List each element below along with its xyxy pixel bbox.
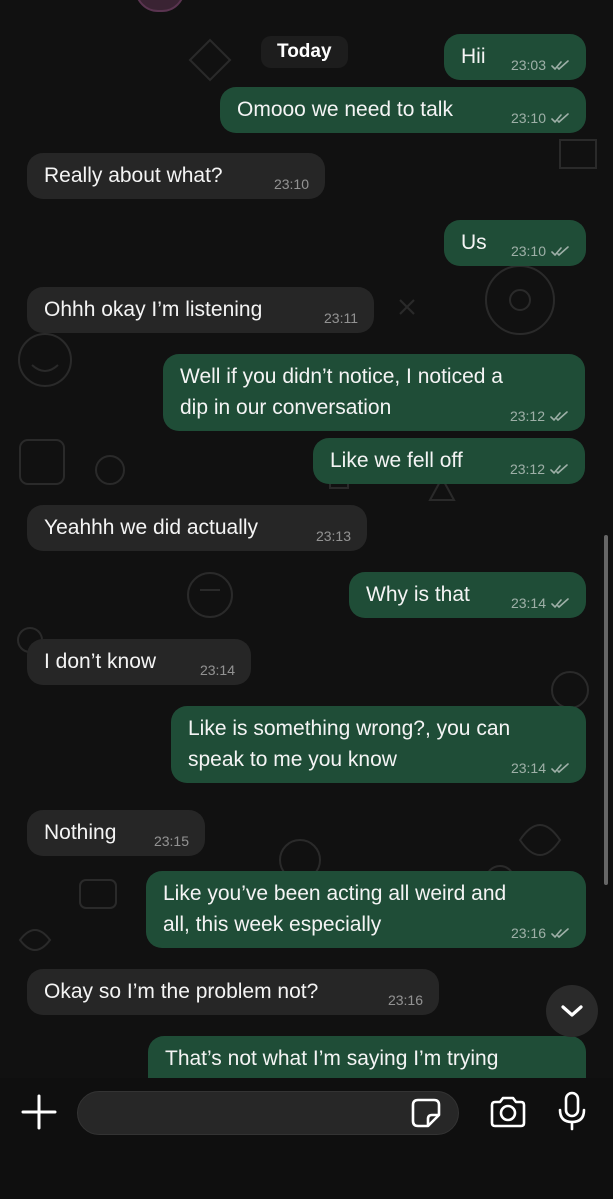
message-text: Well if you didn’t notice, I noticed a d… xyxy=(180,365,503,419)
read-ticks-icon xyxy=(551,762,569,773)
incoming-message[interactable]: Nothing 23:15 xyxy=(27,810,205,856)
message-meta: 23:14 xyxy=(511,760,570,776)
message-time: 23:03 xyxy=(510,57,546,73)
message-text: Okay so I’m the problem not? xyxy=(44,980,319,1003)
message-text: Why is that xyxy=(366,583,470,606)
message-meta: 23:16 xyxy=(388,992,423,1008)
incoming-message[interactable]: I don’t know 23:14 xyxy=(27,639,251,685)
incoming-message[interactable]: Really about what? 23:10 xyxy=(27,153,325,199)
chevron-down-icon xyxy=(561,1005,583,1017)
message-input[interactable] xyxy=(77,1091,459,1135)
message-text: Really about what? xyxy=(44,164,223,187)
scrollbar[interactable] xyxy=(604,535,608,885)
outgoing-message[interactable]: Us 23:10 xyxy=(444,220,586,266)
outgoing-message[interactable]: Hii 23:03 xyxy=(444,34,586,80)
message-text: Yeahhh we did actually xyxy=(44,516,259,539)
message-time: 23:14 xyxy=(199,662,235,678)
scroll-to-bottom-button[interactable] xyxy=(546,985,598,1037)
message-time: 23:15 xyxy=(153,833,189,849)
message-text: Like is something wrong?, you can speak … xyxy=(188,717,511,771)
plus-icon[interactable] xyxy=(20,1093,58,1131)
message-time: 23:12 xyxy=(509,408,545,424)
message-meta: 23:12 xyxy=(510,408,569,424)
message-text: I don’t know xyxy=(44,650,157,673)
read-ticks-icon xyxy=(551,112,569,123)
outgoing-message[interactable]: Like we fell off 23:12 xyxy=(313,438,585,484)
message-time: 23:14 xyxy=(510,760,546,776)
message-text: Ohhh okay I’m listening xyxy=(44,298,263,321)
outgoing-message[interactable]: Like is something wrong?, you can speak … xyxy=(171,706,586,783)
message-text: Omooo we need to talk xyxy=(237,98,453,121)
message-meta: 23:10 xyxy=(511,243,570,259)
read-ticks-icon xyxy=(550,463,568,474)
message-text: That’s not what I’m saying I’m trying xyxy=(165,1047,499,1070)
read-ticks-icon xyxy=(551,245,569,256)
message-meta: 23:10 xyxy=(511,110,570,126)
date-chip: Today xyxy=(261,36,348,68)
message-meta: 23:15 xyxy=(154,833,189,849)
outgoing-message[interactable]: Why is that 23:14 xyxy=(349,572,586,618)
message-time: 23:16 xyxy=(387,992,423,1008)
message-text: Us xyxy=(461,231,487,254)
message-text: Nothing xyxy=(44,821,117,844)
incoming-message[interactable]: Ohhh okay I’m listening 23:11 xyxy=(27,287,374,333)
message-time: 23:10 xyxy=(273,176,309,192)
read-ticks-icon xyxy=(550,410,568,421)
message-time: 23:13 xyxy=(315,528,351,544)
microphone-icon[interactable] xyxy=(556,1090,588,1132)
message-meta: 23:16 xyxy=(511,925,570,941)
message-meta: 23:14 xyxy=(511,595,570,611)
outgoing-message[interactable]: Omooo we need to talk 23:10 xyxy=(220,87,586,133)
message-time: 23:10 xyxy=(510,110,546,126)
message-meta: 23:13 xyxy=(316,528,351,544)
message-text: Like you’ve been acting all weird and al… xyxy=(163,882,507,936)
message-meta: 23:03 xyxy=(511,57,570,73)
outgoing-message[interactable]: Like you’ve been acting all weird and al… xyxy=(146,871,586,948)
message-text: Like we fell off xyxy=(330,449,463,472)
incoming-message[interactable]: Okay so I’m the problem not? 23:16 xyxy=(27,969,439,1015)
message-time: 23:14 xyxy=(510,595,546,611)
incoming-message[interactable]: Yeahhh we did actually 23:13 xyxy=(27,505,367,551)
message-text: Hii xyxy=(461,45,486,68)
read-ticks-icon xyxy=(551,59,569,70)
message-meta: 23:10 xyxy=(274,176,309,192)
message-meta: 23:14 xyxy=(200,662,235,678)
read-ticks-icon xyxy=(551,597,569,608)
message-time: 23:16 xyxy=(510,925,546,941)
sticker-icon[interactable] xyxy=(409,1096,443,1130)
camera-icon[interactable] xyxy=(488,1095,528,1129)
message-meta: 23:12 xyxy=(510,461,569,477)
message-time: 23:10 xyxy=(510,243,546,259)
message-time: 23:11 xyxy=(324,310,358,326)
outgoing-message[interactable]: Well if you didn’t notice, I noticed a d… xyxy=(163,354,585,431)
message-meta: 23:11 xyxy=(324,310,358,326)
read-ticks-icon xyxy=(551,927,569,938)
message-time: 23:12 xyxy=(509,461,545,477)
